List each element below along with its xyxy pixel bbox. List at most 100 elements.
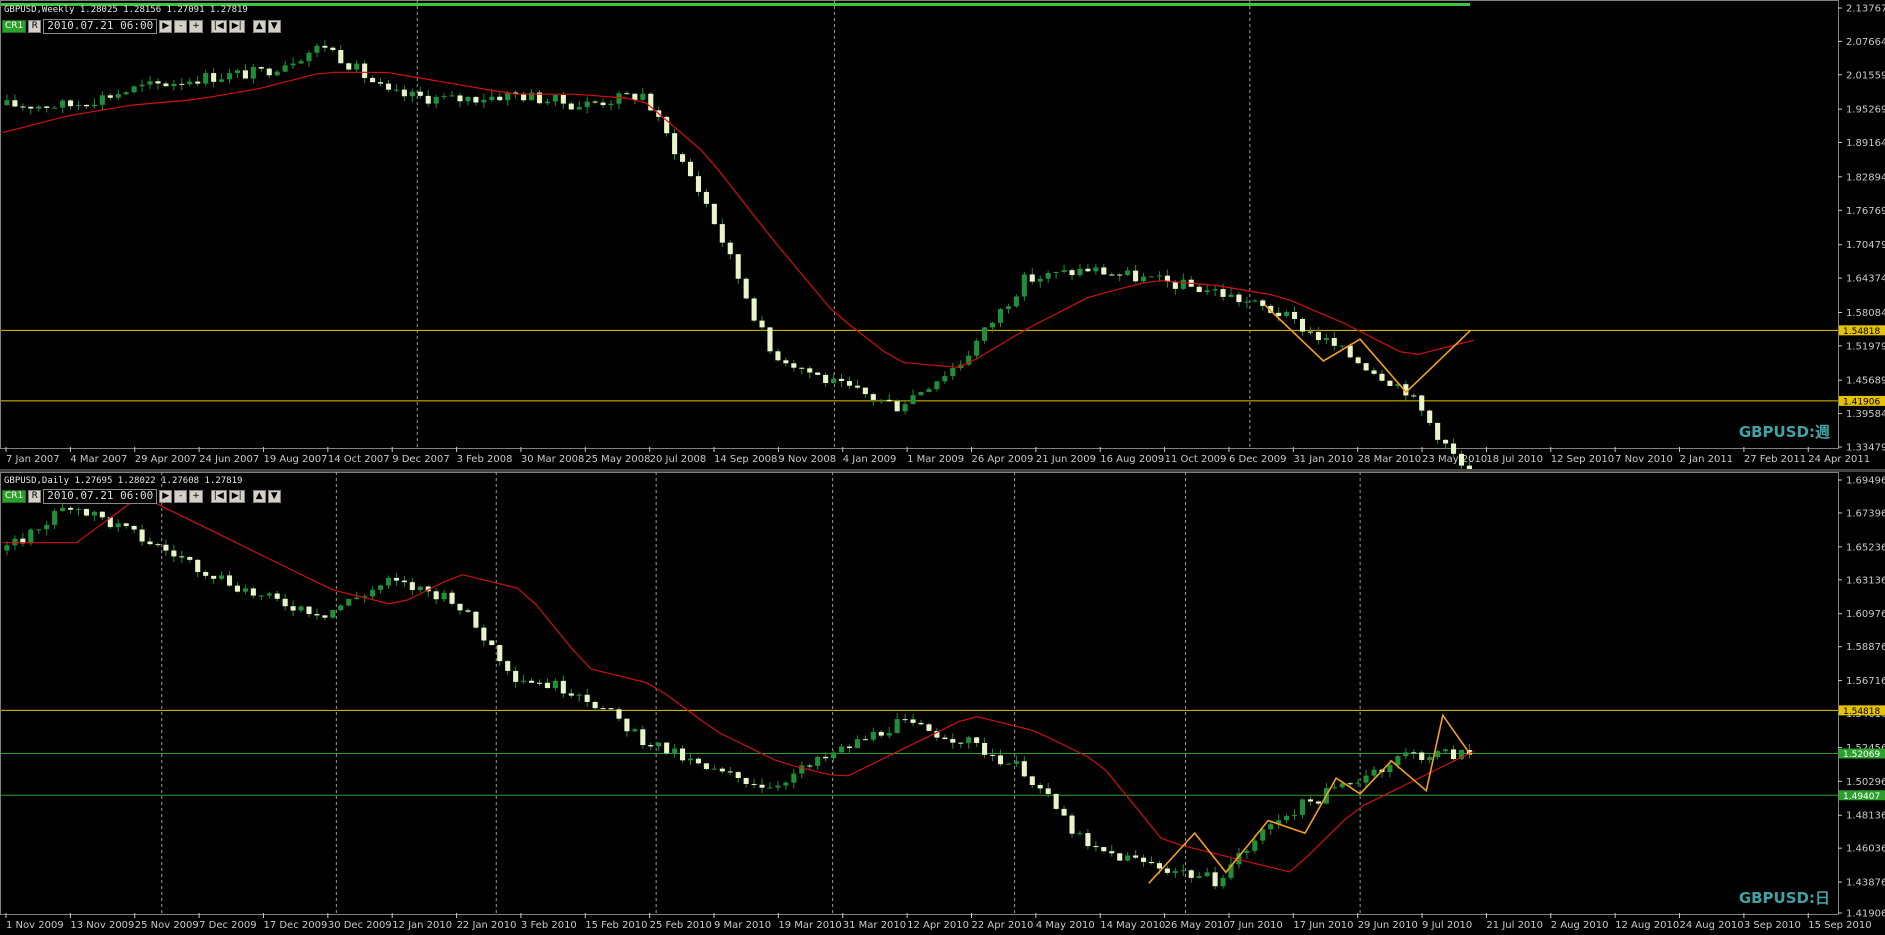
plot-frame: [0, 472, 1839, 915]
candle-body: [600, 708, 606, 710]
r-button[interactable]: R: [28, 19, 42, 33]
date-label: 29 Jun 2010: [1358, 920, 1418, 931]
date-label: 28 Mar 2010: [1358, 454, 1421, 465]
candle-body: [767, 327, 773, 352]
candle-body: [687, 161, 694, 177]
candle-body: [687, 758, 694, 761]
date-field[interactable]: 2010.07.21 06:00: [43, 488, 158, 504]
candle-body: [934, 381, 940, 390]
candle-body: [457, 603, 463, 611]
play-icon[interactable]: ▶: [159, 19, 173, 33]
arrow-down-icon[interactable]: ▼: [267, 19, 281, 33]
candle-body: [1133, 270, 1139, 282]
candle-body: [489, 96, 495, 100]
candle-body: [497, 645, 503, 662]
arrow-down-icon[interactable]: ▼: [267, 489, 281, 503]
candle-body: [433, 97, 439, 104]
candle-body: [1315, 331, 1321, 341]
candle-body: [346, 63, 352, 70]
date-label: 9 Nov 2008: [778, 454, 836, 465]
candle-body: [894, 401, 900, 412]
candle-body: [640, 729, 646, 746]
candle-body: [385, 577, 392, 586]
candle-body: [52, 107, 58, 109]
candle-body: [1053, 793, 1059, 809]
candle-body: [672, 748, 678, 754]
candle-body: [894, 719, 900, 734]
weekly-chart[interactable]: 2.13767 2.07664 2.01559 1.95269 1.89164 1.828…: [0, 0, 1885, 469]
plus-icon[interactable]: +: [189, 19, 203, 33]
step-right-icon[interactable]: ▶|: [228, 489, 245, 503]
date-field[interactable]: 2010.07.21 06:00: [43, 18, 158, 34]
candle-body: [1268, 824, 1274, 830]
candle-body: [552, 680, 558, 689]
candle-body: [1196, 876, 1202, 878]
candle-body: [783, 360, 789, 364]
candle-body: [401, 580, 407, 583]
candle-body: [306, 606, 312, 615]
date-label: 11 Oct 2009: [1165, 454, 1227, 465]
arrow-up-icon[interactable]: ▲: [252, 489, 266, 503]
candle-body: [1252, 300, 1258, 302]
candle-body: [1172, 871, 1178, 873]
minus-icon[interactable]: -: [174, 489, 188, 503]
candle-body: [592, 701, 598, 709]
play-icon[interactable]: ▶: [159, 489, 173, 503]
arrow-up-icon[interactable]: ▲: [252, 19, 266, 33]
candle-body: [1435, 751, 1441, 758]
date-label: 25 Feb 2010: [650, 920, 712, 931]
candle-body: [831, 378, 837, 383]
candle-body: [775, 351, 781, 361]
r-button[interactable]: R: [28, 489, 42, 503]
candle-body: [608, 103, 614, 106]
timeframe-badge[interactable]: CR1: [2, 489, 27, 503]
candle-body: [1109, 274, 1115, 276]
candle-body: [203, 572, 209, 576]
candle-body: [409, 582, 415, 591]
price-label: 1.48136: [1846, 811, 1885, 822]
step-left-icon[interactable]: |◀: [210, 489, 227, 503]
candle-body: [1101, 267, 1107, 275]
candle-body: [1005, 306, 1011, 310]
candle-body: [1331, 787, 1337, 789]
candle-body: [234, 585, 241, 592]
candle-body: [1085, 833, 1091, 847]
candle-body: [107, 95, 113, 98]
candle-body: [1117, 274, 1123, 276]
candle-body: [672, 133, 678, 155]
daily-toolbar: CR1 R 2010.07.21 06:00 ▶ - + |◀ ▶| ▲ ▼: [2, 488, 281, 504]
minus-icon[interactable]: -: [174, 19, 188, 33]
price-label: 1.39584: [1846, 409, 1885, 420]
price-label: 1.51979: [1846, 341, 1885, 352]
date-label: 27 Feb 2011: [1744, 454, 1806, 465]
timeframe-badge[interactable]: CR1: [2, 19, 27, 33]
date-label: 17 Dec 2009: [263, 920, 327, 931]
step-left-icon[interactable]: |◀: [210, 19, 227, 33]
step-right-icon[interactable]: ▶|: [228, 19, 245, 33]
date-label: 22 Apr 2010: [971, 920, 1033, 931]
candle-body: [1331, 338, 1337, 346]
candle-body: [695, 758, 702, 764]
candle-body: [632, 729, 638, 732]
candle-body: [75, 104, 82, 107]
date-label: 7 Jan 2007: [6, 454, 60, 465]
date-label: 15 Feb 2010: [585, 920, 647, 931]
candle-body: [966, 737, 972, 744]
date-label: 14 May 2010: [1100, 920, 1165, 931]
candle-body: [1411, 752, 1417, 754]
price-label: 1.95269: [1846, 105, 1885, 116]
price-tag: 1.41906: [1843, 397, 1880, 407]
weekly-chart-pane[interactable]: 2.13767 2.07664 2.01559 1.95269 1.89164 1.828…: [0, 0, 1885, 469]
daily-chart-pane[interactable]: 1.69496 1.67396 1.65236 1.63136 1.60976 1.588…: [0, 472, 1885, 935]
price-label: 1.33479: [1846, 443, 1885, 454]
plus-icon[interactable]: +: [189, 489, 203, 503]
daily-chart[interactable]: 1.69496 1.67396 1.65236 1.63136 1.60976 1.588…: [0, 472, 1885, 935]
date-label: 12 Apr 2010: [907, 920, 969, 931]
candle-body: [115, 523, 121, 528]
candle-body: [1061, 808, 1067, 816]
candle-body: [258, 67, 264, 69]
candle-body: [846, 746, 853, 749]
candle-body: [1284, 311, 1290, 316]
candle-body: [719, 768, 725, 772]
candle-body: [497, 96, 503, 101]
